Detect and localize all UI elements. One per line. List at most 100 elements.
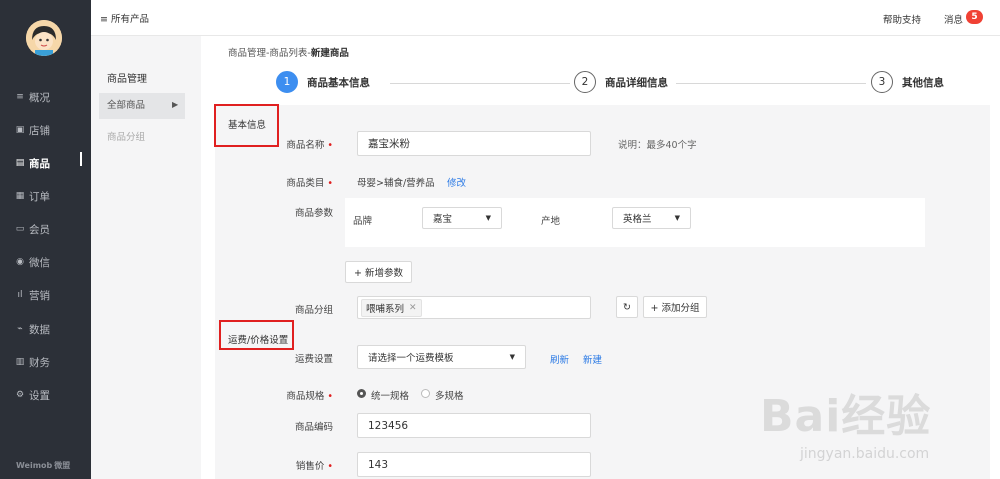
refresh-icon: ↻ <box>623 301 631 313</box>
product-code-input[interactable]: 123456 <box>357 413 591 438</box>
category-label-text: 商品类目 <box>286 178 325 189</box>
nav-icon: ◉ <box>16 257 24 267</box>
step-connector <box>390 83 570 84</box>
category-value: 母婴>辅食/营养品 <box>357 178 435 189</box>
add-group-button[interactable]: + 添加分组 <box>643 296 707 318</box>
group-tag-text: 喂哺系列 <box>366 303 405 315</box>
shipping-refresh-link[interactable]: 刷新 <box>550 352 569 366</box>
sidebar-item-label: 微信 <box>29 256 50 269</box>
product-code-value: 123456 <box>368 419 409 432</box>
subnav-item-product-groups[interactable]: 商品分组 <box>107 129 145 143</box>
price-label-text: 销售价 <box>295 461 325 472</box>
logo-text: Weimob <box>16 461 53 470</box>
weimob-logo: Weimob 微盟 <box>14 459 70 471</box>
shipping-new-link[interactable]: 新建 <box>583 352 602 366</box>
spec-multi-radio[interactable] <box>421 389 430 398</box>
user-avatar[interactable] <box>26 20 62 56</box>
caret-down-icon: ▼ <box>485 214 491 222</box>
sidebar-item-label: 营销 <box>29 289 50 302</box>
spec-multi-label[interactable]: 多规格 <box>435 388 464 402</box>
nav-icon: ⚙ <box>15 390 25 400</box>
baidu-watermark: Bai经验 <box>760 391 932 442</box>
group-tag: 喂哺系列 ✕ <box>361 298 422 317</box>
sidebar-item-label: 数据 <box>29 323 50 336</box>
sidebar-item-0[interactable]: ≡ 概况 <box>0 84 91 110</box>
breadcrumb: 商品管理-商品列表-新建商品 <box>228 45 349 59</box>
required-mark: • <box>327 140 333 151</box>
required-mark: • <box>327 178 333 189</box>
nav-icon: ⌁ <box>17 324 23 334</box>
sale-price-value: 143 <box>368 458 389 471</box>
sidebar-item-label: 商品 <box>29 157 50 170</box>
sidebar-item-label: 财务 <box>29 356 50 369</box>
step-connector <box>676 83 866 84</box>
topbar <box>91 0 1000 36</box>
message-count-badge: 5 <box>966 10 983 24</box>
watermark-url: jingyan.baidu.com <box>800 446 930 462</box>
step-1-label: 商品基本信息 <box>307 77 370 89</box>
sidebar-item-1[interactable]: ▣ 店铺 <box>0 117 91 143</box>
sale-price-input[interactable]: 143 <box>357 452 591 477</box>
brand-select-value: 嘉宝 <box>433 214 453 225</box>
highlight-box <box>219 320 294 350</box>
step-3-label: 其他信息 <box>902 77 944 89</box>
breadcrumb-current: 新建商品 <box>310 48 349 59</box>
nav-icon: ▦ <box>15 191 25 201</box>
sidebar-item-3[interactable]: ▦ 订单 <box>0 183 91 209</box>
nav-icon: ▭ <box>15 224 25 234</box>
category-label: 商品类目 • <box>243 175 333 189</box>
sidebar-item-8[interactable]: ▥ 财务 <box>0 349 91 375</box>
nav-icon: ▣ <box>15 125 25 135</box>
sidebar-item-5[interactable]: ◉ 微信 <box>0 249 91 275</box>
sidebar-item-6[interactable]: ıl 营销 <box>0 282 91 308</box>
sidebar-item-9[interactable]: ⚙ 设置 <box>0 382 91 408</box>
name-label-text: 商品名称 <box>286 140 325 151</box>
params-label: 商品参数 <box>294 208 333 219</box>
logo-sub-text: 微盟 <box>54 461 71 470</box>
all-products-menu[interactable]: ≡ 所有产品 <box>100 11 149 25</box>
add-param-button[interactable]: + 新增参数 <box>345 261 412 283</box>
help-link[interactable]: 帮助支持 <box>883 12 921 26</box>
brand-select[interactable]: 嘉宝 ▼ <box>422 207 502 229</box>
step-2-label: 商品详细信息 <box>605 77 668 89</box>
group-label: 商品分组 <box>294 305 333 316</box>
required-mark: • <box>327 461 333 472</box>
product-name-value: 嘉宝米粉 <box>368 138 410 150</box>
sidebar-item-label: 订单 <box>29 190 50 203</box>
nav-icon: ▥ <box>15 357 25 367</box>
active-indicator <box>80 152 82 166</box>
param-brand-label: 品牌 <box>353 216 373 227</box>
required-mark: • <box>327 391 333 402</box>
breadcrumb-path: 商品管理-商品列表- <box>228 48 311 59</box>
subnav-title: 商品管理 <box>107 74 147 85</box>
sidebar-item-label: 设置 <box>29 389 50 402</box>
spec-unified-label[interactable]: 统一规格 <box>371 388 409 402</box>
category-edit-link[interactable]: 修改 <box>447 175 466 189</box>
nav-icon: ▤ <box>15 158 25 168</box>
step-1-circle: 1 <box>276 71 298 93</box>
refresh-group-button[interactable]: ↻ <box>616 296 638 318</box>
sidebar-item-4[interactable]: ▭ 会员 <box>0 216 91 242</box>
sidebar-item-label: 店铺 <box>29 124 50 137</box>
spec-label-text: 商品规格 <box>286 391 325 402</box>
product-name-input[interactable]: 嘉宝米粉 <box>357 131 591 156</box>
sidebar-item-label: 会员 <box>29 223 50 236</box>
step-2-circle: 2 <box>574 71 596 93</box>
name-label: 商品名称 • <box>243 137 333 151</box>
sidebar-item-7[interactable]: ⌁ 数据 <box>0 316 91 342</box>
shipping-template-select[interactable]: 请选择一个运费模板 ▼ <box>357 345 526 369</box>
nav-icon: ≡ <box>16 92 24 102</box>
step-3-circle: 3 <box>871 71 893 93</box>
param-origin-label: 产地 <box>541 216 561 227</box>
caret-down-icon: ▼ <box>674 214 680 222</box>
close-icon[interactable]: ✕ <box>409 303 417 313</box>
group-input[interactable]: 喂哺系列 ✕ <box>357 296 591 319</box>
spec-unified-radio[interactable] <box>357 389 366 398</box>
origin-select-value: 英格兰 <box>623 214 652 225</box>
name-hint: 说明：最多40个字 <box>618 140 697 151</box>
origin-select[interactable]: 英格兰 ▼ <box>612 207 691 229</box>
messages-link[interactable]: 消息 <box>944 12 963 26</box>
spec-label: 商品规格 • <box>243 388 333 402</box>
sidebar-item-2[interactable]: ▤ 商品 <box>0 150 91 176</box>
code-label: 商品编码 <box>294 422 333 433</box>
